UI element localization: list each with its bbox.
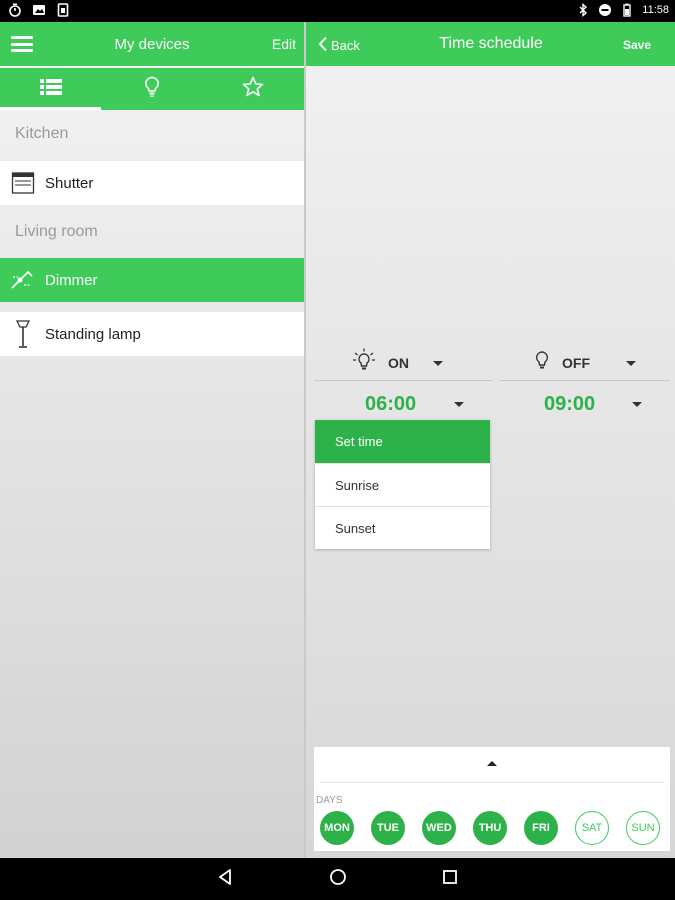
section-living-room: Living room [15, 223, 98, 240]
day-mon[interactable]: MON [320, 811, 354, 845]
tab-indicator [0, 107, 101, 110]
sim-icon [56, 3, 70, 17]
option-set-time[interactable]: Set time [315, 420, 490, 463]
back-button[interactable]: Back [318, 36, 360, 55]
list-icon [39, 78, 62, 100]
chevron-left-icon [318, 36, 328, 55]
day-sun[interactable]: SUN [626, 811, 660, 845]
bulb-on-icon [352, 348, 376, 379]
option-sunrise[interactable]: Sunrise [315, 463, 490, 506]
shutter-icon [0, 161, 45, 205]
tab-favorites[interactable] [202, 68, 303, 110]
status-time: 11:58 [642, 4, 669, 16]
menu-icon[interactable] [11, 36, 33, 52]
battery-icon [620, 3, 634, 17]
chevron-up-icon[interactable] [487, 761, 497, 766]
tab-bulbs[interactable] [101, 68, 202, 110]
off-time-value[interactable]: 09:00 [544, 393, 595, 416]
devices-panel: My devices Edit Kitchen Shutter Living r… [0, 22, 304, 858]
standing-lamp-icon [0, 312, 45, 356]
device-label: Standing lamp [45, 325, 141, 343]
status-bar: 11:58 [0, 0, 675, 22]
device-shutter[interactable]: Shutter [0, 161, 304, 205]
dimmer-icon [0, 258, 45, 302]
device-standing-lamp[interactable]: Standing lamp [0, 312, 304, 356]
day-thu[interactable]: THU [473, 811, 507, 845]
chevron-down-icon[interactable] [632, 402, 642, 407]
bulb-icon [144, 76, 160, 103]
divider [320, 782, 664, 783]
off-state-selector[interactable]: OFF [534, 346, 636, 380]
recents-nav-button[interactable] [440, 869, 460, 889]
days-panel: DAYS MON TUE WED THU FRI SAT SUN [314, 747, 670, 851]
chevron-down-icon[interactable] [454, 402, 464, 407]
days-label: DAYS [316, 795, 343, 806]
divider [314, 380, 492, 381]
on-time-value[interactable]: 06:00 [365, 393, 416, 416]
option-sunset[interactable]: Sunset [315, 506, 490, 549]
home-circle-icon [329, 868, 347, 891]
off-label: OFF [562, 355, 590, 371]
edit-button[interactable]: Edit [272, 36, 296, 52]
page-title: Time schedule [439, 35, 543, 52]
back-nav-button[interactable] [215, 868, 235, 891]
devices-header: My devices Edit [0, 22, 304, 66]
on-label: ON [388, 355, 409, 371]
chevron-down-icon [433, 360, 443, 366]
day-tue[interactable]: TUE [371, 811, 405, 845]
device-label: Dimmer [45, 271, 98, 289]
divider [500, 380, 670, 381]
save-button[interactable]: Save [623, 38, 651, 52]
day-wed[interactable]: WED [422, 811, 456, 845]
schedule-header: Back Time schedule Save [306, 22, 675, 66]
schedule-panel: Back Time schedule Save ON OFF 06:00 09:… [306, 22, 675, 858]
tab-list[interactable] [0, 68, 101, 110]
bluetooth-icon [576, 3, 590, 17]
day-sat[interactable]: SAT [575, 811, 609, 845]
section-kitchen: Kitchen [15, 125, 69, 142]
home-nav-button[interactable] [328, 868, 348, 891]
chevron-down-icon [626, 360, 636, 366]
bulb-off-icon [534, 350, 550, 377]
star-icon [242, 76, 264, 103]
timer-icon [8, 3, 22, 17]
navigation-bar [0, 858, 675, 900]
device-label: Shutter [45, 174, 94, 192]
back-triangle-icon [217, 868, 233, 891]
time-type-dropdown: Set time Sunrise Sunset [315, 420, 490, 549]
day-fri[interactable]: FRI [524, 811, 558, 845]
back-label: Back [331, 38, 360, 53]
on-state-selector[interactable]: ON [352, 346, 443, 380]
recents-square-icon [442, 869, 458, 890]
page-title: My devices [114, 36, 190, 53]
device-dimmer[interactable]: Dimmer [0, 258, 304, 302]
device-tabs [0, 68, 304, 110]
image-icon [32, 3, 46, 17]
do-not-disturb-icon [598, 3, 612, 17]
